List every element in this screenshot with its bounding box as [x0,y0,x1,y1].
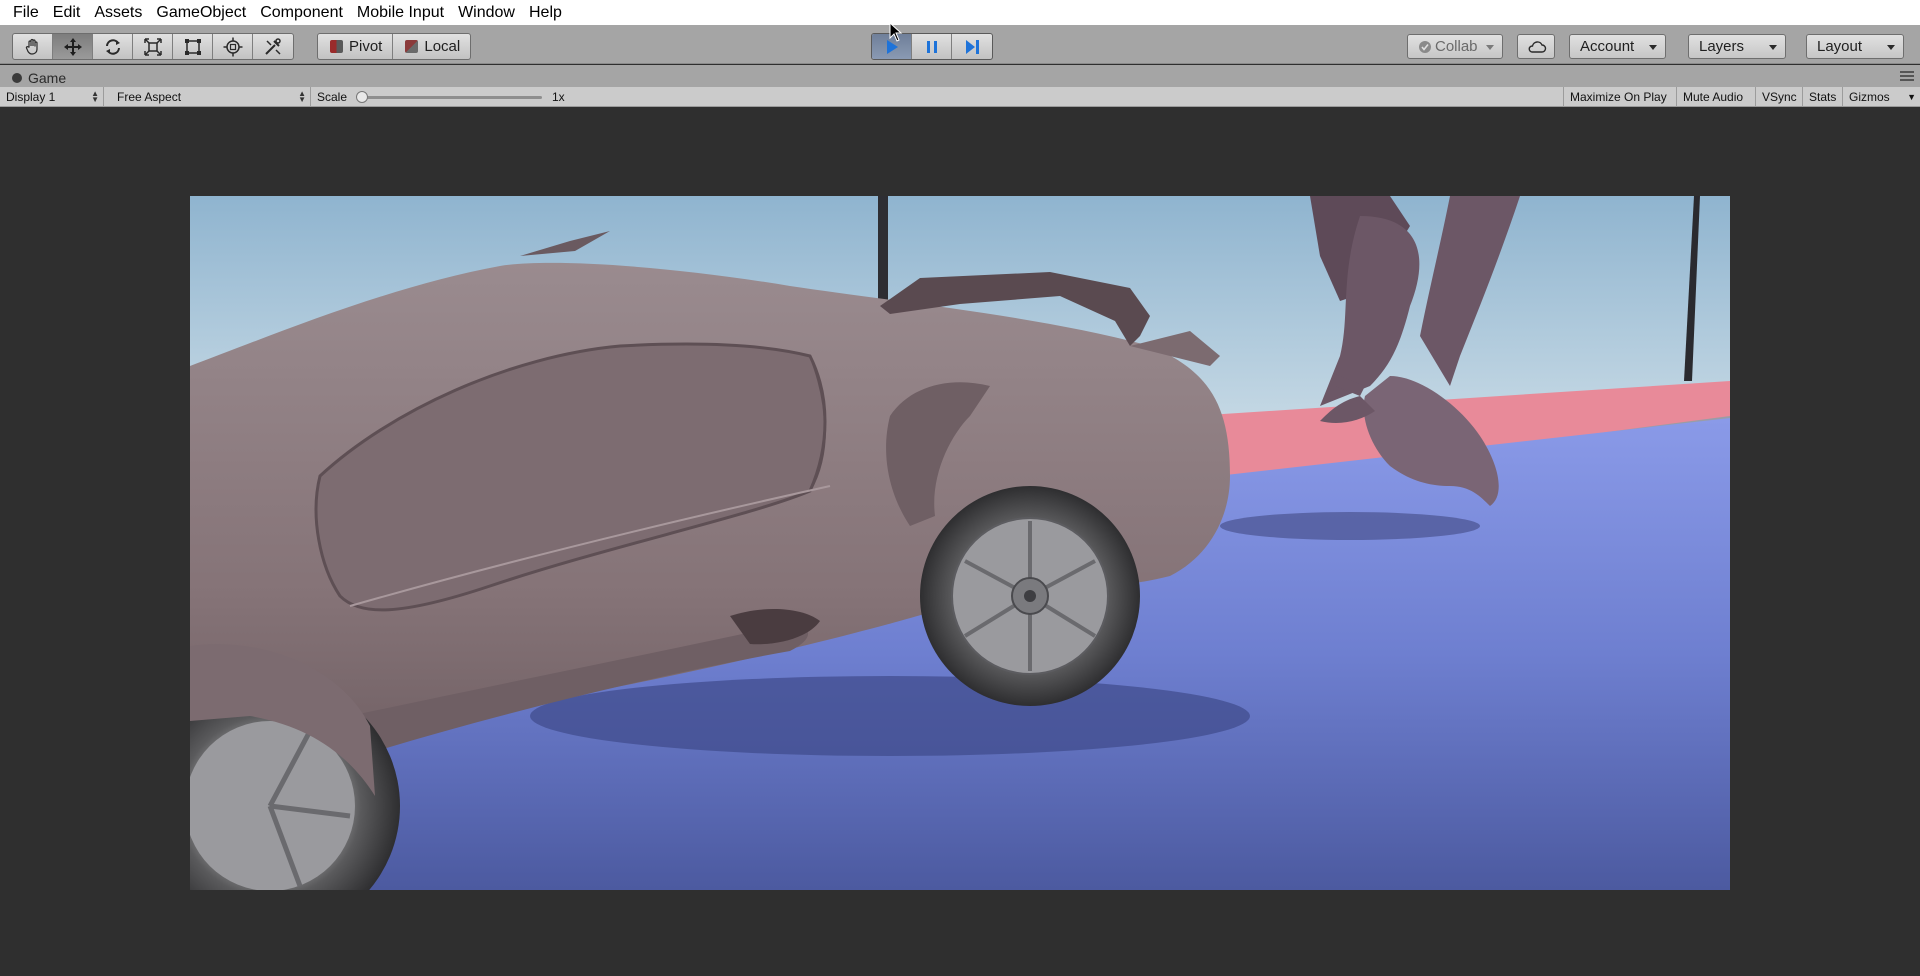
display-select-arrows-icon: ▲ ▼ [91,89,99,104]
collab-label: Collab [1435,38,1478,55]
mute-audio-toggle[interactable]: Mute Audio [1677,87,1756,107]
custom-tools-icon [265,37,281,55]
layout-dropdown[interactable]: Layout [1806,34,1904,59]
move-tool-button[interactable] [53,34,93,59]
rotate-tool-button[interactable] [93,34,133,59]
pivot-label: Pivot [349,38,383,55]
scale-slider-knob[interactable] [356,91,368,103]
game-view-controls: Display 1 ▲ ▼ Free Aspect ▲ ▼ Scale 1x Max… [0,87,1920,107]
local-cube-icon [405,40,419,53]
menu-window[interactable]: Window [451,0,522,25]
game-tab-bar: Game [0,65,1920,87]
tab-menu-icon[interactable] [1900,71,1914,81]
game-viewport[interactable] [0,108,1920,976]
scale-slider-track[interactable] [362,96,542,99]
cloud-button[interactable] [1517,34,1555,59]
aspect-select-arrows-icon: ▲ ▼ [298,89,306,104]
vsync-toggle[interactable]: VSync [1756,87,1803,107]
pivot-local-toggles: Pivot Local [317,33,472,60]
gizmos-dropdown[interactable]: Gizmos ▼ [1843,87,1920,107]
maximize-on-play-toggle[interactable]: Maximize On Play [1563,87,1677,107]
main-toolbar: Pivot Local Collab Account Layers Layout [0,25,1920,64]
game-render[interactable] [190,196,1730,890]
scale-label: Scale [317,90,348,104]
hand-tool-button[interactable] [13,34,53,59]
pause-icon [926,40,937,53]
aspect-select[interactable]: Free Aspect ▲ ▼ [111,87,311,107]
layout-label: Layout [1817,38,1863,55]
stats-toggle[interactable]: Stats [1803,87,1843,107]
menu-gameobject[interactable]: GameObject [149,0,253,25]
display-select[interactable]: Display 1 ▲ ▼ [0,87,104,107]
scene-render [190,196,1730,890]
account-caret-icon [1649,45,1657,50]
collab-caret-icon [1486,45,1494,50]
gizmos-caret-icon: ▼ [1907,92,1916,102]
scale-icon [143,37,162,56]
hand-icon [25,38,38,55]
transform-tools [12,33,294,60]
rect-transform-icon [184,38,201,55]
mouse-cursor-icon [889,22,903,42]
menu-assets[interactable]: Assets [87,0,149,25]
pause-button[interactable] [912,34,952,59]
local-label: Local [424,38,461,55]
cloud-icon [1528,40,1547,53]
aspect-select-value: Free Aspect [117,90,182,104]
menu-component[interactable]: Component [253,0,350,25]
local-toggle-button[interactable]: Local [393,34,470,59]
scale-tool-button[interactable] [133,34,173,59]
rotate-icon [105,38,120,55]
transform-tool-button[interactable] [213,34,253,59]
display-select-value: Display 1 [6,90,56,104]
menu-mobile-input[interactable]: Mobile Input [350,0,451,25]
layers-dropdown[interactable]: Layers [1688,34,1786,59]
step-button[interactable] [952,34,992,59]
transform-all-icon [223,37,242,56]
game-tab-icon [12,72,22,83]
tab-game[interactable]: Game [6,68,74,87]
move-arrows-icon [63,37,82,56]
layout-caret-icon [1887,45,1895,50]
account-label: Account [1580,38,1635,55]
gizmos-label: Gizmos [1849,90,1890,104]
account-dropdown[interactable]: Account [1569,34,1666,59]
menu-file[interactable]: File [6,0,46,25]
layers-caret-icon [1769,45,1777,50]
scale-value: 1x [552,90,565,104]
menu-edit[interactable]: Edit [46,0,88,25]
pivot-toggle-button[interactable]: Pivot [318,34,394,59]
collab-dropdown[interactable]: Collab [1407,34,1503,59]
layers-label: Layers [1699,38,1745,55]
menu-help[interactable]: Help [522,0,569,25]
menu-bar: File Edit Assets GameObject Component Mo… [0,0,1920,25]
custom-tool-button[interactable] [253,34,293,59]
check-circle-icon [1419,40,1431,53]
rect-tool-button[interactable] [173,34,213,59]
pivot-icon [330,40,343,53]
step-forward-icon [966,39,979,54]
tab-game-label: Game [28,69,67,86]
